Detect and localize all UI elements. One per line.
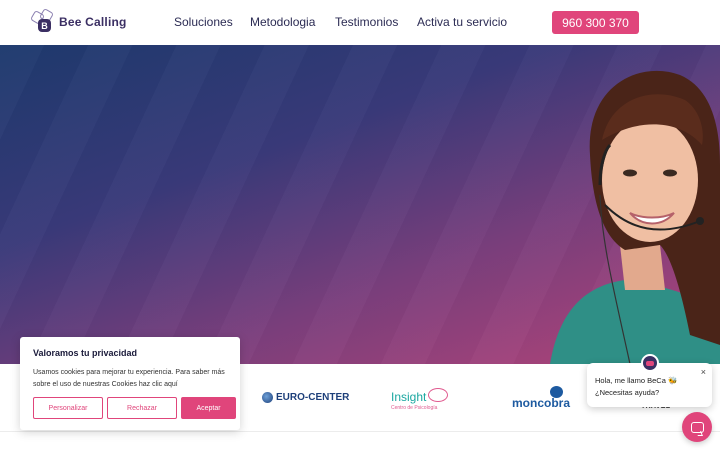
cookie-reject-button[interactable]: Rechazar: [107, 397, 177, 419]
chat-greeting-line: Hola, me llamo BeCa 🐝: [595, 376, 678, 385]
moncobra-text: moncobra: [512, 396, 571, 410]
euro-center-text: EURO-CENTER: [276, 392, 350, 403]
insight-subtitle: Centro de Psicología: [391, 405, 438, 411]
client-logo-insight: Insight Centro de Psicología: [391, 388, 448, 411]
brand-logo[interactable]: B Bee Calling: [29, 7, 127, 34]
page: B Bee Calling Soluciones Metodologia Tes…: [0, 0, 720, 450]
globe-icon: [262, 392, 273, 403]
chat-open-button[interactable]: [682, 412, 712, 442]
nav-metodologia[interactable]: Metodologia: [250, 15, 315, 29]
logo-text: Bee Calling: [59, 15, 127, 29]
logo-letter: B: [38, 19, 51, 32]
nav-activa-servicio[interactable]: Activa tu servicio: [417, 15, 507, 29]
cookie-accept-button[interactable]: Aceptar: [181, 397, 236, 419]
client-logo-euro-center: EURO-CENTER: [262, 392, 349, 403]
divider: [0, 431, 720, 432]
phone-button[interactable]: 960 300 370: [552, 11, 639, 34]
nav-testimonios[interactable]: Testimonios: [335, 15, 398, 29]
cookie-consent-banner: Valoramos tu privacidad Usamos cookies p…: [20, 337, 240, 430]
chat-icon: [690, 421, 704, 433]
hexagon-logo-icon: B: [29, 7, 55, 34]
site-header: B Bee Calling Soluciones Metodologia Tes…: [0, 0, 720, 45]
swirl-icon: [428, 388, 448, 402]
nav-soluciones[interactable]: Soluciones: [174, 15, 233, 29]
insight-text: Insight: [391, 390, 427, 404]
cookie-title: Valoramos tu privacidad: [33, 348, 138, 358]
cookie-buttons: Personalizar Rechazar Aceptar: [33, 397, 236, 419]
bot-avatar-icon: [641, 354, 659, 372]
close-icon[interactable]: ×: [701, 367, 706, 377]
call-agent-photo: [550, 70, 720, 364]
hero-banner: [0, 45, 720, 364]
cookie-description: Usamos cookies para mejorar tu experienc…: [33, 369, 225, 388]
cookie-customize-button[interactable]: Personalizar: [33, 397, 103, 419]
chat-help-line: ¿Necesitas ayuda?: [595, 388, 660, 397]
client-logo-moncobra: moncobra: [512, 386, 570, 410]
